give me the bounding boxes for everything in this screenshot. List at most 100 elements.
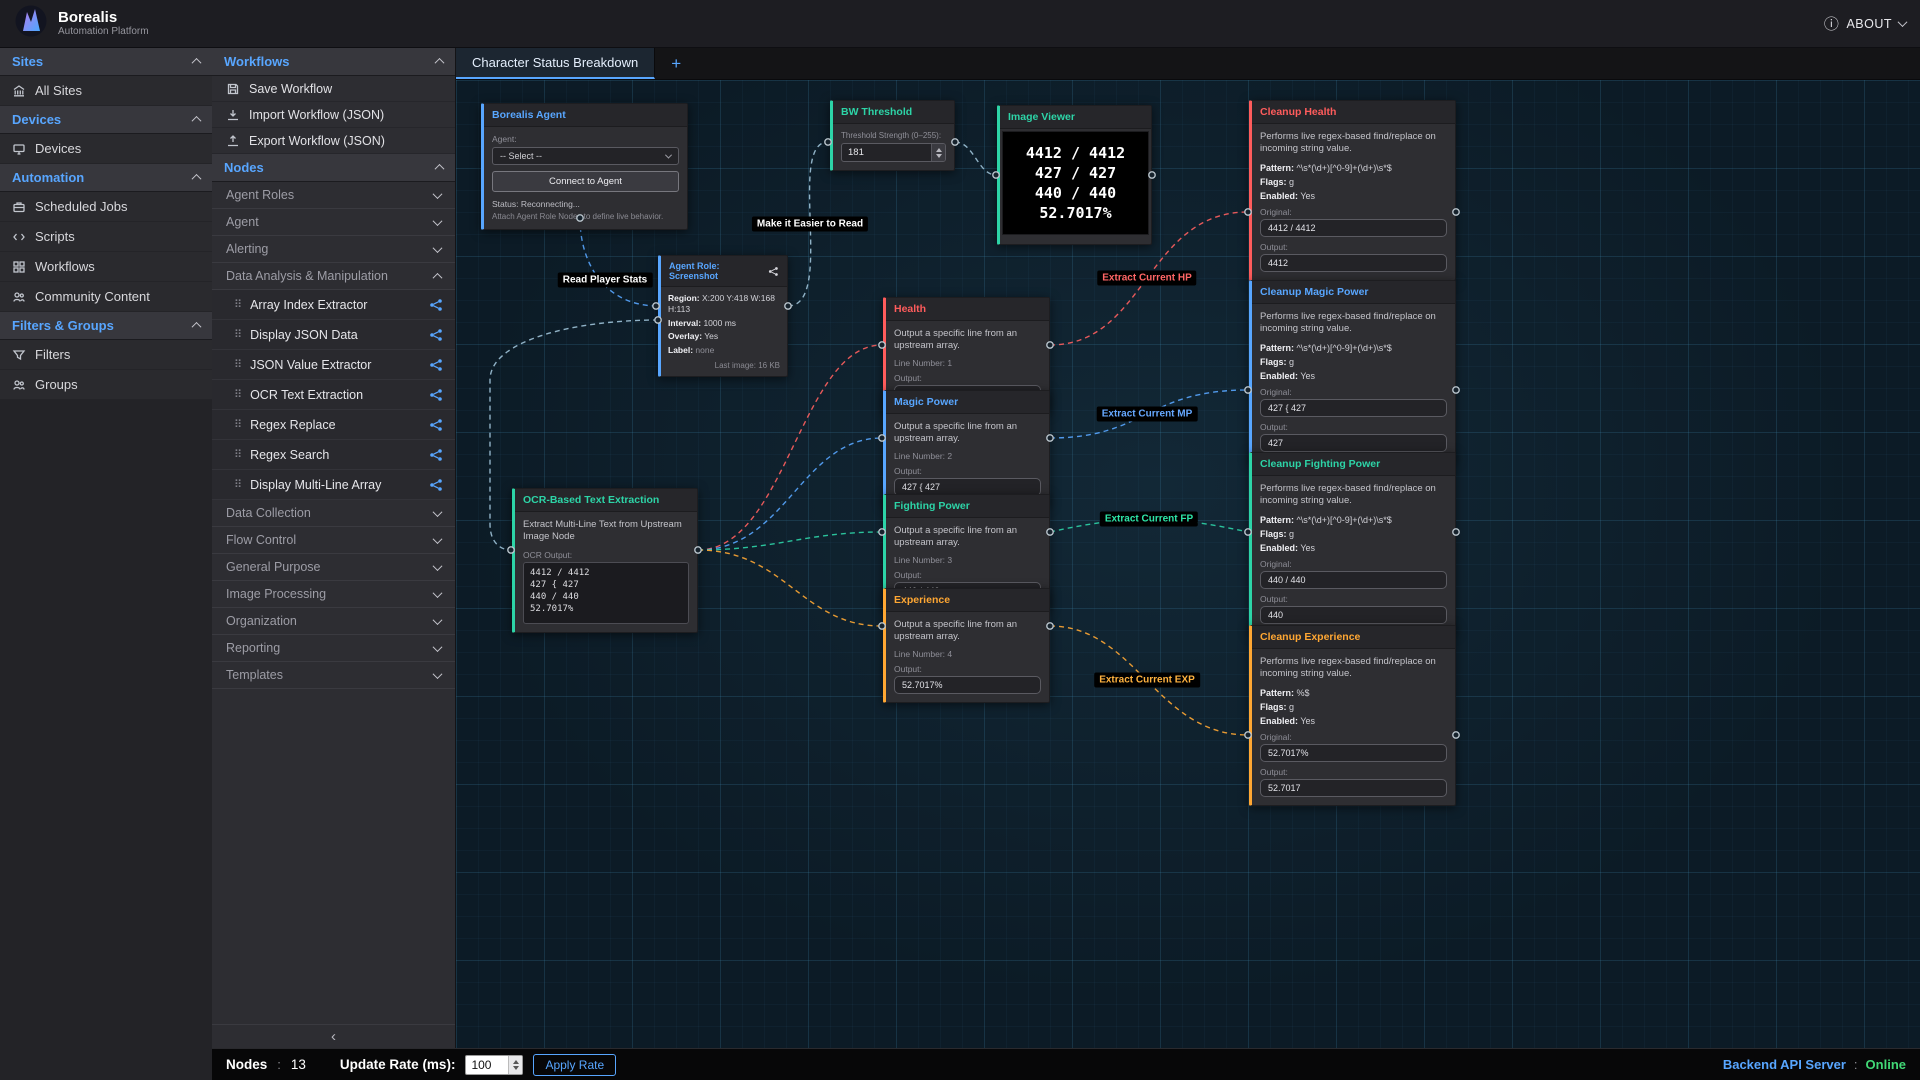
original-input[interactable]: 4412 / 4412 <box>1260 219 1447 237</box>
number-spinner[interactable] <box>931 144 945 161</box>
chevron-down-icon <box>433 561 443 571</box>
node-magic-power[interactable]: Magic Power Output a specific line from … <box>883 390 1050 505</box>
sidebar-section-devices[interactable]: Devices <box>0 106 212 134</box>
category-alerting[interactable]: Alerting <box>212 236 455 263</box>
collapse-panel-button[interactable]: ‹ <box>212 1024 455 1048</box>
sidebar-item-scripts[interactable]: Scripts <box>0 222 212 252</box>
sidebar-item-devices[interactable]: Devices <box>0 134 212 164</box>
chevron-down-icon <box>433 534 443 544</box>
about-button[interactable]: ⓘ ABOUT <box>1824 13 1906 34</box>
spinner-up-icon[interactable] <box>513 1060 519 1064</box>
node-bw-threshold[interactable]: BW Threshold Threshold Strength (0–255):… <box>830 100 955 171</box>
nodes-panel-header[interactable]: Nodes <box>212 154 455 182</box>
import-icon <box>226 108 240 122</box>
node-cleanup-health[interactable]: Cleanup Health Performs live regex-based… <box>1249 100 1456 281</box>
number-spinner[interactable] <box>508 1056 522 1074</box>
node-cleanup-fighting-power[interactable]: Cleanup Fighting Power Performs live reg… <box>1249 452 1456 633</box>
category-templates[interactable]: Templates <box>212 662 455 689</box>
output-input[interactable]: 52.7017 <box>1260 779 1447 797</box>
tab-character-status-breakdown[interactable]: Character Status Breakdown <box>456 48 655 79</box>
category-data-analysis[interactable]: Data Analysis & Manipulation <box>212 263 455 290</box>
node-cleanup-experience[interactable]: Cleanup Experience Performs live regex-b… <box>1249 625 1456 806</box>
node-agent-role-screenshot[interactable]: Agent Role: Screenshot Region: X:200 Y:4… <box>658 255 788 377</box>
category-flow-control[interactable]: Flow Control <box>212 527 455 554</box>
import-workflow-button[interactable]: Import Workflow (JSON) <box>212 102 455 128</box>
node-canvas[interactable]: Borealis Agent Agent: -- Select -- Conne… <box>456 80 1920 1048</box>
node-title: Cleanup Health <box>1260 106 1336 118</box>
chevron-down-icon <box>433 243 443 253</box>
spinner-down-icon[interactable] <box>513 1066 519 1070</box>
apply-rate-button[interactable]: Apply Rate <box>533 1054 616 1076</box>
sidebar-item-scheduled-jobs[interactable]: Scheduled Jobs <box>0 192 212 222</box>
threshold-input[interactable]: 181 <box>841 143 946 162</box>
category-image-processing[interactable]: Image Processing <box>212 581 455 608</box>
chevron-up-icon <box>192 174 202 184</box>
spinner-up-icon[interactable] <box>936 148 942 152</box>
sidebar-item-workflows[interactable]: Workflows <box>0 252 212 282</box>
update-rate-input[interactable]: 100 <box>465 1055 523 1075</box>
palette-node-json-value-extractor[interactable]: ⠿ JSON Value Extractor <box>212 350 455 380</box>
last-image-text: Last image: 16 KB <box>668 361 780 370</box>
sidebar-item-community-content[interactable]: Community Content <box>0 282 212 312</box>
category-general-purpose[interactable]: General Purpose <box>212 554 455 581</box>
sidebar-section-sites[interactable]: Sites <box>0 48 212 76</box>
output-input[interactable]: 52.7017% <box>894 676 1041 694</box>
backend-api-label: Backend API Server <box>1723 1057 1846 1072</box>
node-share-icon <box>429 358 443 372</box>
palette-node-regex-search[interactable]: ⠿ Regex Search <box>212 440 455 470</box>
share-icon[interactable] <box>768 266 779 277</box>
chevron-down-icon <box>433 507 443 517</box>
connect-agent-button[interactable]: Connect to Agent <box>492 171 679 192</box>
ocr-output-textarea[interactable]: 4412 / 4412 427 { 427 440 / 440 52.7017% <box>523 562 689 624</box>
output-input[interactable]: 427 <box>1260 434 1447 452</box>
category-agent[interactable]: Agent <box>212 209 455 236</box>
top-bar: Borealis Automation Platform ⓘ ABOUT <box>0 0 1920 48</box>
node-cleanup-magic-power[interactable]: Cleanup Magic Power Performs live regex-… <box>1249 280 1456 461</box>
node-title: BW Threshold <box>841 106 912 118</box>
node-image-viewer[interactable]: Image Viewer 4412 / 4412 427 / 427 440 /… <box>997 105 1152 245</box>
category-data-collection[interactable]: Data Collection <box>212 500 455 527</box>
output-input[interactable]: 427 { 427 <box>894 478 1041 496</box>
viewer-line: 440 / 440 <box>1035 184 1116 202</box>
palette-node-array-index-extractor[interactable]: ⠿ Array Index Extractor <box>212 290 455 320</box>
node-title: Agent Role: Screenshot <box>669 261 768 281</box>
palette-node-ocr-text-extraction[interactable]: ⠿ OCR Text Extraction <box>212 380 455 410</box>
output-input[interactable]: 440 <box>1260 606 1447 624</box>
edge-label: Extract Current EXP <box>1094 673 1200 688</box>
palette-node-display-json-data[interactable]: ⠿ Display JSON Data <box>212 320 455 350</box>
save-workflow-button[interactable]: Save Workflow <box>212 76 455 102</box>
node-title: Health <box>894 303 926 315</box>
node-ocr-text-extraction[interactable]: OCR-Based Text Extraction Extract Multi-… <box>512 488 698 633</box>
category-agent-roles[interactable]: Agent Roles <box>212 182 455 209</box>
info-icon: ⓘ <box>1824 13 1840 34</box>
node-description: Output a specific line from an upstream … <box>894 421 1041 446</box>
sidebar-section-automation[interactable]: Automation <box>0 164 212 192</box>
chevron-up-icon <box>192 58 202 68</box>
palette-node-regex-replace[interactable]: ⠿ Regex Replace <box>212 410 455 440</box>
export-icon <box>226 134 240 148</box>
original-input[interactable]: 427 { 427 <box>1260 399 1447 417</box>
palette-node-display-multi-line-array[interactable]: ⠿ Display Multi-Line Array <box>212 470 455 500</box>
node-experience[interactable]: Experience Output a specific line from a… <box>883 588 1050 703</box>
category-organization[interactable]: Organization <box>212 608 455 635</box>
original-input[interactable]: 52.7017% <box>1260 744 1447 762</box>
sidebar-section-filters-groups[interactable]: Filters & Groups <box>0 312 212 340</box>
sidebar-item-filters[interactable]: Filters <box>0 340 212 370</box>
add-tab-button[interactable]: + <box>655 48 697 79</box>
agent-select[interactable]: -- Select -- <box>492 147 679 165</box>
category-reporting[interactable]: Reporting <box>212 635 455 662</box>
sidebar-item-all-sites[interactable]: All Sites <box>0 76 212 106</box>
node-borealis-agent[interactable]: Borealis Agent Agent: -- Select -- Conne… <box>481 103 688 230</box>
node-share-icon <box>429 448 443 462</box>
node-share-icon <box>429 478 443 492</box>
node-title: Fighting Power <box>894 500 970 512</box>
chevron-up-icon <box>192 116 202 126</box>
workflows-panel-header[interactable]: Workflows <box>212 48 455 76</box>
output-input[interactable]: 4412 <box>1260 254 1447 272</box>
node-title: Image Viewer <box>1008 111 1075 123</box>
original-input[interactable]: 440 / 440 <box>1260 571 1447 589</box>
sidebar-item-groups[interactable]: Groups <box>0 370 212 400</box>
update-rate-label: Update Rate (ms): <box>340 1057 456 1072</box>
spinner-down-icon[interactable] <box>936 154 942 158</box>
export-workflow-button[interactable]: Export Workflow (JSON) <box>212 128 455 154</box>
